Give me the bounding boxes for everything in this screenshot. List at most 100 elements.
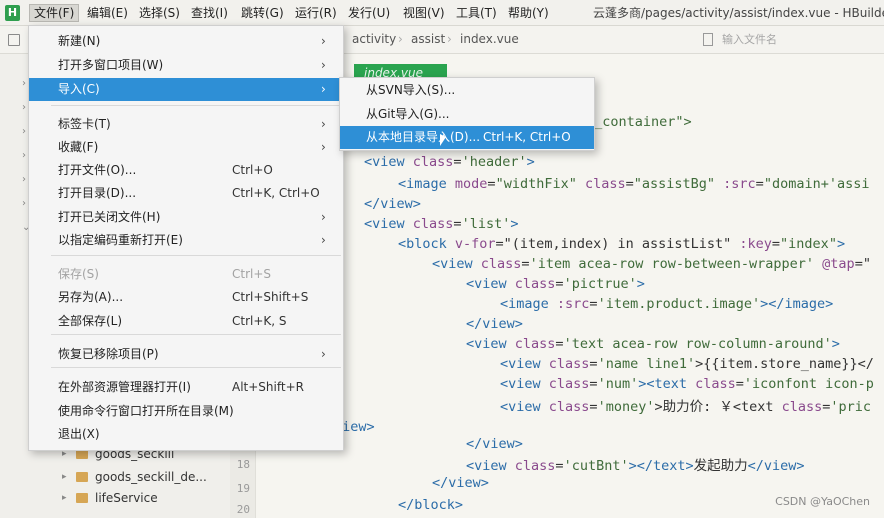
panel-toggle-icon[interactable] [8,34,20,46]
file-menu-item[interactable]: 以指定编码重新打开(E) › [29,229,343,252]
folder-icon [76,472,88,482]
code-token: 'item.product.image' [597,296,761,312]
menu-item-label: 恢复已移除项目(P) [58,347,159,361]
code-line: <image :src='item.product.image'></image… [500,296,833,312]
code-token: :src [723,176,756,192]
code-line: <view class='text acea-row row-column-ar… [466,336,840,352]
submenu-arrow-icon: › [321,233,326,247]
menu-goto[interactable]: 跳转(G) [237,4,288,22]
submenu-arrow-icon: › [321,34,326,48]
chevron-right-icon[interactable]: › [22,102,26,113]
file-menu-item[interactable]: 保存(S) Ctrl+S [29,263,343,286]
code-token: <view [364,216,413,232]
menu-item-label: 标签卡(T) [58,117,111,131]
menu-divider [51,255,341,256]
mouse-cursor-icon [440,134,446,146]
chevron-right-icon[interactable]: › [22,174,26,185]
code-token: class [514,458,556,474]
code-line: <view class='name line1'>{{item.store_na… [500,356,874,372]
file-menu-item[interactable]: 新建(N) › [29,30,343,53]
file-search-input[interactable] [722,31,872,48]
code-token: = [755,176,764,192]
file-menu-item[interactable]: 打开目录(D)... Ctrl+K, Ctrl+O [29,182,343,205]
chevron-right-icon[interactable]: › [22,78,26,89]
file-menu-item[interactable]: 打开文件(O)... Ctrl+O [29,159,343,182]
file-menu-item[interactable]: 导入(C) › [29,78,343,101]
menu-edit[interactable]: 编辑(E) [83,4,132,22]
code-token: 'money' [597,399,655,415]
code-token: <block [398,236,455,252]
code-token: "assistBg" [633,176,724,192]
chevron-right-icon[interactable]: › [22,150,26,161]
menu-item-label: 使用命令行窗口打开所在目录(M) [58,404,234,418]
code-token: 'item acea-row row-between-wrapper' [529,256,823,272]
menu-tools[interactable]: 工具(T) [452,4,501,22]
menu-view[interactable]: 视图(V) [399,4,449,22]
code-token: </view> [466,316,523,332]
file-menu-item[interactable]: 标签卡(T) › [29,113,343,136]
breadcrumb-separator-icon: › [398,32,403,46]
code-token: class [514,276,556,292]
menu-item-shortcut: Ctrl+S [232,267,272,281]
tree-item-label: goods_seckill_de... [95,470,207,484]
code-token: = [555,276,564,292]
menu-publish[interactable]: 发行(U) [344,4,394,22]
code-token: 'list' [461,216,511,232]
chevron-right-icon[interactable]: ▸ [62,488,67,508]
import-submenu-item[interactable]: 从SVN导入(S)... [340,79,594,102]
code-token: = [589,356,598,372]
code-line: e_container"> [586,114,692,130]
code-token: =" [854,256,871,272]
tree-item-label: lifeService [95,491,158,505]
menu-divider [51,334,341,335]
file-menu-item[interactable]: 打开多窗口项目(W) › [29,54,343,77]
breadcrumb-activity[interactable]: activity [352,32,396,46]
chevron-right-icon[interactable]: ▸ [62,467,67,487]
code-line: </view> [364,196,421,212]
code-token: > [636,276,645,292]
menu-file[interactable]: 文件(F) [29,4,80,22]
chevron-right-icon[interactable]: › [22,198,26,209]
file-menu-item[interactable]: 使用命令行窗口打开所在目录(M) [29,400,343,423]
code-token: "widthFix" [495,176,585,192]
code-token: 'header' [461,154,527,170]
code-token: </view> [747,458,805,474]
file-menu-item[interactable]: 在外部资源管理器打开(I) Alt+Shift+R [29,376,343,399]
code-token: <image [398,176,455,192]
menu-item-label: 另存为(A)... [58,290,124,304]
code-line: </view> [466,316,523,332]
file-menu-item[interactable]: 打开已关闭文件(H) › [29,206,343,229]
code-token: class [514,336,556,352]
breadcrumb-assist[interactable]: assist [411,32,445,46]
code-line: <view class='item acea-row row-between-w… [432,256,871,272]
menu-help[interactable]: 帮助(Y) [504,4,553,22]
submenu-arrow-icon: › [321,82,326,96]
submenu-arrow-icon: › [321,347,326,361]
watermark: CSDN @YaOChen [775,495,870,508]
menu-item-label: 在外部资源管理器打开(I) [58,380,191,394]
menu-item-label: 从SVN导入(S)... [366,83,456,97]
line-number: 20 [236,503,250,516]
code-token: ><text [638,376,696,392]
import-submenu-item[interactable]: 从本地目录导入(D)... Ctrl+K, Ctrl+O [340,126,594,149]
menu-run[interactable]: 运行(R) [291,4,341,22]
chevron-right-icon[interactable]: › [22,126,26,137]
submenu-arrow-icon: › [321,117,326,131]
breadcrumb-index-vue[interactable]: index.vue [460,32,519,46]
code-token: class [412,216,454,232]
code-token: <view [466,336,515,352]
menu-find[interactable]: 查找(I) [187,4,232,22]
file-menu-item[interactable]: 退出(X) [29,423,343,446]
code-token: <view [466,458,515,474]
file-menu-item[interactable]: 恢复已移除项目(P) › [29,343,343,366]
menu-item-shortcut: Ctrl+K, Ctrl+O [232,186,320,200]
file-menu-item[interactable]: 另存为(A)... Ctrl+Shift+S [29,286,343,309]
file-menu-item[interactable]: 收藏(F) › [29,136,343,159]
code-token: <view [500,376,549,392]
code-token: <view [432,256,481,272]
file-menu-item[interactable]: 全部保存(L) Ctrl+K, S [29,310,343,333]
menu-item-label: 从Git导入(G)... [366,107,450,121]
import-submenu-item[interactable]: 从Git导入(G)... [340,103,594,126]
code-token: "index" [780,236,837,252]
menu-select[interactable]: 选择(S) [135,4,184,22]
